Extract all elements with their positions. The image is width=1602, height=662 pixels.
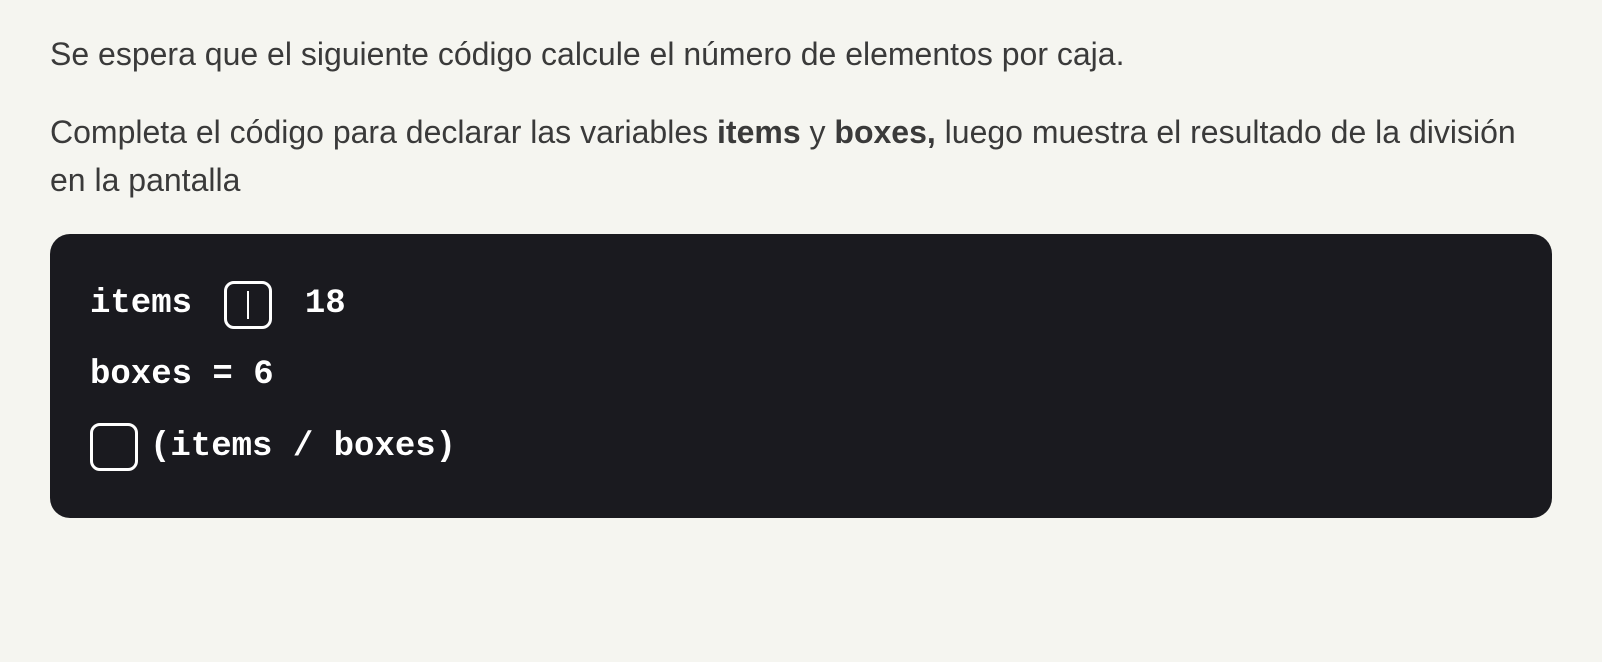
code-text: (items / boxes) (150, 412, 456, 483)
bold-items: items (717, 114, 801, 150)
code-line-2: boxes = 6 (90, 340, 1512, 411)
code-text: boxes = 6 (90, 340, 274, 411)
text-segment: Completa el código para declarar las var… (50, 114, 717, 150)
code-block: items 18 boxes = 6 (items / boxes) (50, 234, 1552, 518)
text-cursor (247, 291, 249, 319)
bold-boxes: boxes, (834, 114, 935, 150)
code-text: 18 (284, 269, 345, 340)
instruction-text: Se espera que el siguiente código calcul… (50, 30, 1552, 204)
code-text: items (90, 269, 212, 340)
code-line-1: items 18 (90, 269, 1512, 340)
text-segment: y (801, 114, 835, 150)
blank-input-print[interactable] (90, 423, 138, 471)
blank-input-assignment[interactable] (224, 281, 272, 329)
instruction-paragraph-1: Se espera que el siguiente código calcul… (50, 30, 1552, 78)
code-line-3: (items / boxes) (90, 412, 1512, 483)
instruction-paragraph-2: Completa el código para declarar las var… (50, 108, 1552, 204)
